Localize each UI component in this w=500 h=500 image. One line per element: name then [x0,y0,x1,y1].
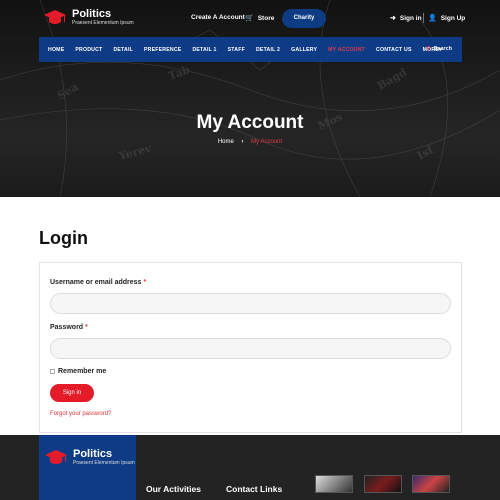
footer: Politics Praesent Elementum Ipsum Our Ac… [0,435,500,500]
create-account-link[interactable]: Create A Account [191,14,245,21]
activity-thumbnail[interactable] [364,475,402,493]
top-bar: Politics Praesent Elementum Ipsum Create… [0,0,500,37]
activity-thumbnail[interactable] [412,475,450,493]
remember-me[interactable]: Remember me [50,368,106,375]
nav-search[interactable]: ⚲ Search [427,46,452,52]
nav-item-home[interactable]: HOME [48,47,64,53]
store-link[interactable]: 🛒 Store [245,14,274,22]
remember-checkbox[interactable] [50,369,55,374]
sign-in-icon: ➜ [390,15,396,22]
breadcrumb-current: My Account [251,139,283,145]
required-mark: * [143,279,147,286]
footer-logo[interactable]: Politics Praesent Elementum Ipsum [45,449,135,467]
login-heading: Login [39,228,88,248]
login-form: Username or email address * Password * R… [39,262,462,433]
footer-activities-heading: Our Activities [146,484,201,494]
sign-up-label: Sign Up [440,15,466,22]
password-label-text: Password [50,324,84,331]
top-divider [423,13,424,23]
graduation-cap-icon [45,450,67,464]
breadcrumb: Home › My Account [0,139,500,145]
username-label: Username or email address * [50,279,146,286]
main-nav: HOME PRODUCT DETAIL PREFERENCE DETAIL 1 … [39,37,462,62]
sign-in-link[interactable]: ➜ Sign in [390,14,422,22]
nav-item-detail-1[interactable]: DETAIL 1 [192,47,216,53]
footer-logo-panel: Politics Praesent Elementum Ipsum [39,435,136,500]
user-icon: 👤 [428,15,437,22]
store-label: Store [257,15,275,22]
brand-name: Politics [72,8,112,20]
charity-button[interactable]: Charity [282,9,326,28]
graduation-cap-icon [44,10,66,24]
password-label: Password * [50,324,88,331]
remember-label: Remember me [58,368,107,375]
nav-search-label: Search [433,46,452,52]
nav-item-preference[interactable]: PREFERENCE [144,47,181,53]
footer-contact-heading: Contact Links [226,484,283,494]
activity-thumbnail[interactable] [315,475,353,493]
sign-in-button[interactable]: Sign in [50,384,94,402]
password-field[interactable] [50,338,451,359]
nav-item-contact-us[interactable]: CONTACT US [376,47,412,53]
sign-in-label: Sign in [399,15,422,22]
cart-icon: 🛒 [245,15,254,22]
required-mark: * [85,324,88,331]
username-label-text: Username or email address [50,279,142,286]
nav-item-detail[interactable]: DETAIL [113,47,133,53]
sign-up-link[interactable]: 👤 Sign Up [428,14,465,22]
username-field[interactable] [50,293,451,314]
page-title: My Account [196,112,304,133]
brand-tagline: Praesent Elementum Ipsum [72,20,134,26]
breadcrumb-home[interactable]: Home [218,139,234,145]
nav-item-gallery[interactable]: GALLERY [291,47,317,53]
footer-brand-name: Politics [73,448,113,460]
footer-brand-tagline: Praesent Elementum Ipsum [73,460,135,466]
nav-item-staff[interactable]: STAFF [228,47,245,53]
nav-item-product[interactable]: PRODUCT [75,47,102,53]
nav-item-my-account[interactable]: MY ACCOUNT [328,47,365,53]
chevron-right-icon: › [241,139,244,145]
hero-banner: Sea Tab Mos Bagd Yerev Isf Politics Prae… [0,0,500,197]
site-logo[interactable]: Politics Praesent Elementum Ipsum [44,9,134,27]
nav-item-detail-2[interactable]: DETAIL 2 [256,47,280,53]
forgot-password-link[interactable]: Forgot your password? [50,411,111,417]
search-icon: ⚲ [426,46,431,52]
